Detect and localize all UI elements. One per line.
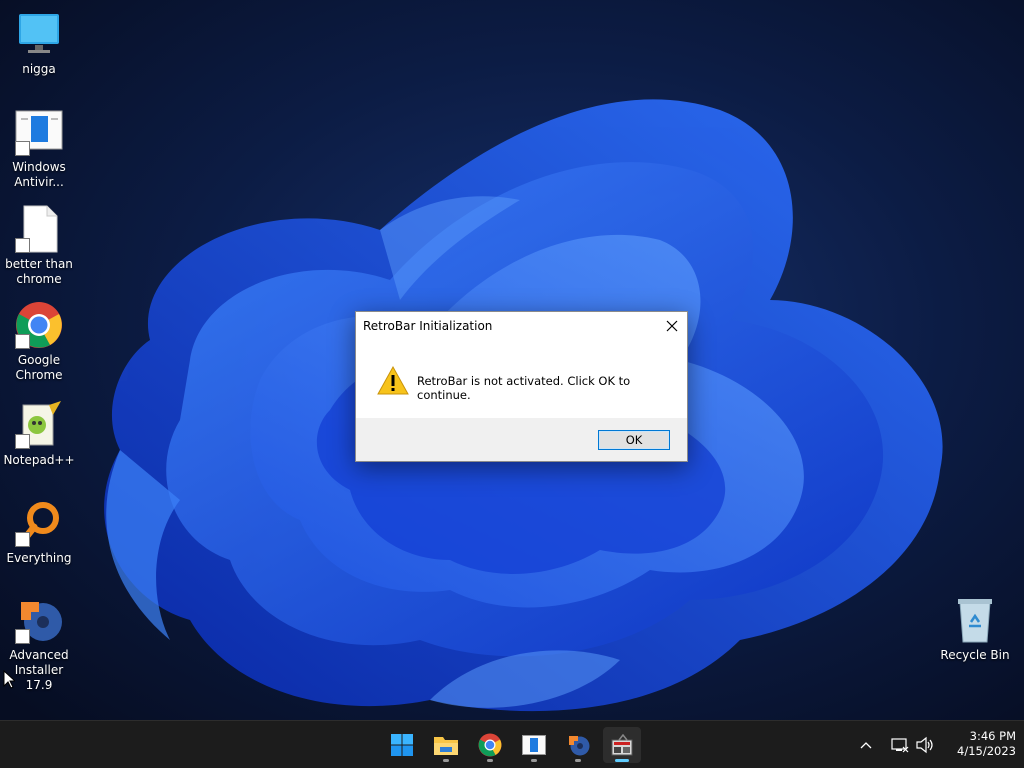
network-status[interactable]	[891, 721, 909, 768]
desktop-icon-label: Advanced Installer 17.9	[9, 648, 69, 692]
desktop-icon-recycle-bin[interactable]: Recycle Bin	[938, 596, 1012, 663]
monitor-icon	[15, 10, 63, 58]
taskbar-advanced-installer[interactable]	[559, 727, 597, 763]
folder-icon	[434, 737, 458, 755]
text-file-icon	[15, 205, 63, 253]
dialog-footer: OK	[356, 418, 687, 461]
advanced-installer-icon	[569, 736, 590, 756]
everything-search-icon	[15, 499, 63, 547]
close-button[interactable]	[657, 312, 687, 340]
active-indicator	[615, 759, 629, 762]
retrobar-icon	[611, 734, 633, 756]
desktop-icon-label: Google Chrome	[15, 353, 63, 382]
chrome-icon	[478, 733, 502, 757]
mouse-cursor-icon	[3, 670, 15, 689]
desktop-icon-label: Everything	[6, 551, 72, 565]
desktop-icon-this-pc[interactable]: nigga	[2, 10, 76, 77]
running-indicator	[443, 759, 449, 762]
taskbar-windows-antivirus[interactable]	[515, 727, 553, 763]
desktop-icon-google-chrome[interactable]: Google Chrome	[2, 301, 76, 383]
desktop-icon-notepad-plus-plus[interactable]: Notepad++	[2, 401, 76, 468]
notepad-plus-plus-icon	[15, 401, 63, 449]
clock-date: 4/15/2023	[957, 744, 1016, 758]
desktop-icon-windows-antivirus[interactable]: Windows Antivir...	[2, 108, 76, 190]
taskbar: 3:46 PM 4/15/2023	[0, 720, 1024, 768]
clock-time: 3:46 PM	[969, 729, 1016, 743]
dialog-message: RetroBar is not activated. Click OK to c…	[417, 374, 631, 402]
start-button[interactable]	[383, 727, 421, 763]
running-indicator	[487, 759, 493, 762]
running-indicator	[575, 759, 581, 762]
desktop-icon-label: better than chrome	[5, 257, 73, 286]
shortcut-arrow-icon	[15, 334, 30, 349]
shortcut-arrow-icon	[15, 532, 30, 547]
desktop-icon-everything[interactable]: Everything	[2, 499, 76, 566]
shortcut-arrow-icon	[15, 141, 30, 156]
desktop-icon-label: Notepad++	[3, 453, 75, 467]
desktop-icon-label: Recycle Bin	[940, 648, 1010, 662]
dialog-title: RetroBar Initialization	[363, 319, 493, 333]
windows-logo-icon	[391, 734, 413, 756]
running-indicator	[531, 759, 537, 762]
windows-antivirus-icon	[522, 735, 546, 755]
desktop-icon-better-than-chrome[interactable]: better than chrome	[2, 205, 76, 287]
taskbar-file-explorer[interactable]	[427, 727, 465, 763]
desktop-icon-label: nigga	[22, 62, 56, 76]
volume-icon	[916, 736, 933, 753]
show-hidden-icons-button[interactable]	[858, 721, 874, 768]
taskbar-chrome[interactable]	[471, 727, 509, 763]
close-icon	[666, 320, 678, 332]
desktop-icon-label: Windows Antivir...	[12, 160, 66, 189]
recycle-bin-icon	[951, 596, 999, 644]
advanced-installer-icon	[15, 596, 63, 644]
volume-control[interactable]	[915, 721, 935, 768]
chevron-up-icon	[860, 741, 872, 748]
system-clock[interactable]: 3:46 PM 4/15/2023	[940, 729, 1016, 759]
windows-antivirus-icon	[15, 108, 63, 156]
shortcut-arrow-icon	[15, 629, 30, 644]
ok-button[interactable]: OK	[598, 430, 670, 450]
dialog-body: RetroBar is not activated. Click OK to c…	[356, 342, 687, 418]
shortcut-arrow-icon	[15, 238, 30, 253]
taskbar-retrobar[interactable]	[603, 727, 641, 763]
warning-icon	[377, 366, 409, 395]
shortcut-arrow-icon	[15, 434, 30, 449]
network-icon	[891, 737, 909, 752]
chrome-icon	[15, 301, 63, 349]
retrobar-initialization-dialog: RetroBar Initialization RetroBar is not …	[355, 311, 688, 462]
